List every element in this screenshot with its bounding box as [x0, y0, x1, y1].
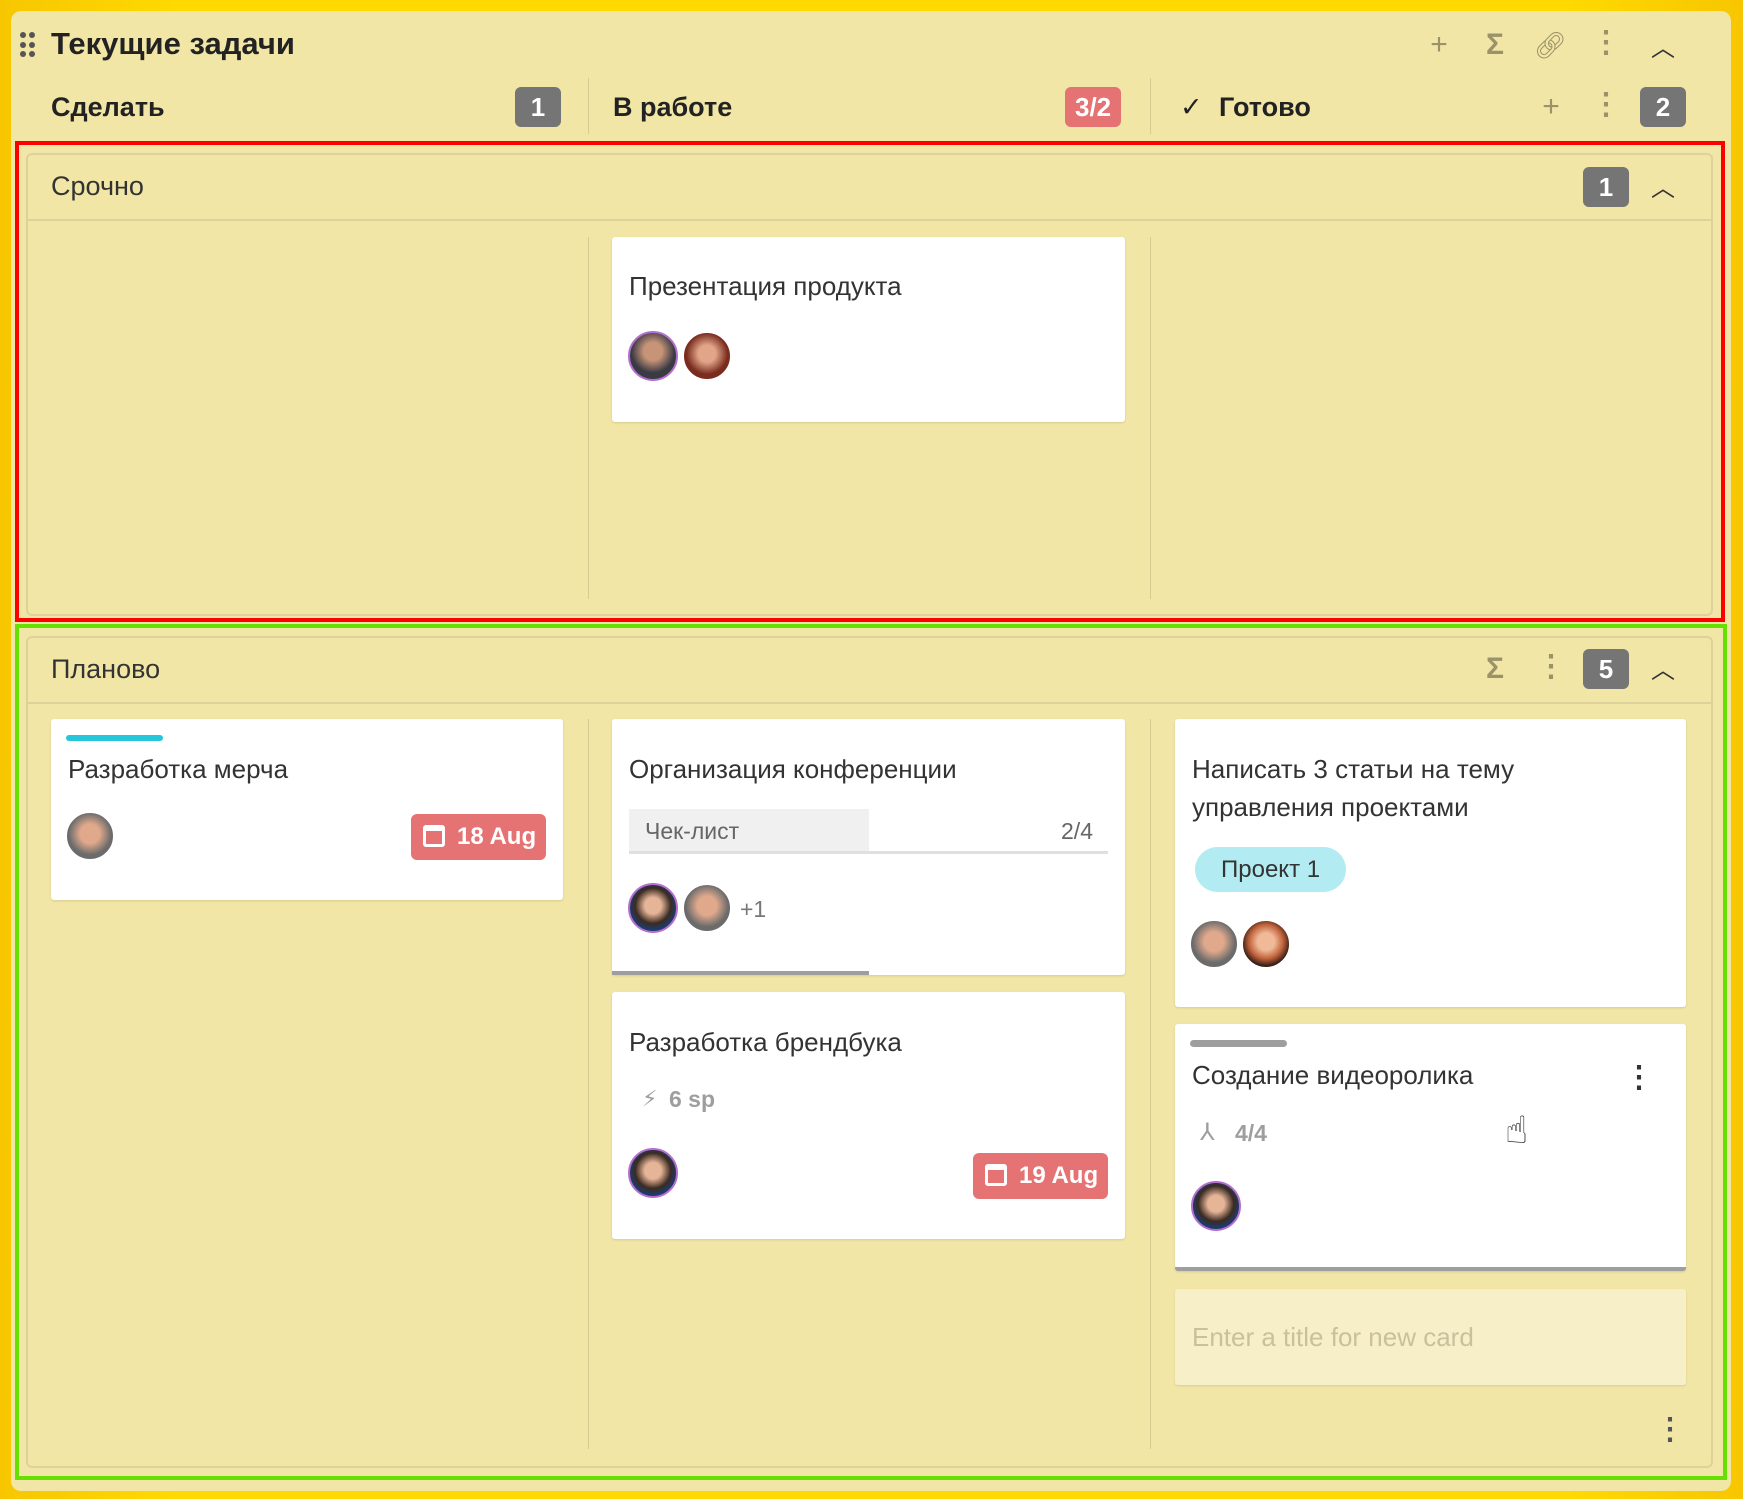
column-header-in-progress: В работе: [613, 92, 733, 122]
subtasks-icon: ⅄: [1200, 1119, 1215, 1146]
board-title: Текущие задачи: [51, 26, 295, 61]
swimlane-title: Планово: [51, 654, 161, 684]
column-count-badge: 2: [1640, 87, 1686, 127]
divider: [1150, 719, 1151, 1449]
lightning-icon: ⚡︎: [642, 1086, 658, 1111]
sigma-icon[interactable]: Σ: [1478, 654, 1512, 684]
project-tag[interactable]: Проект 1: [1195, 847, 1347, 892]
chevron-up-icon[interactable]: ︿: [1646, 656, 1680, 686]
chevron-up-icon[interactable]: ︿: [1646, 34, 1680, 64]
check-icon: ✓: [1180, 92, 1203, 122]
avatar[interactable]: [628, 883, 678, 933]
due-date-badge[interactable]: 18 Aug: [411, 814, 547, 860]
divider: [588, 237, 589, 599]
divider: [1150, 237, 1151, 599]
card-conference[interactable]: Организация конференции Чек-лист 2/4 +1: [612, 719, 1125, 975]
chevron-up-icon[interactable]: ︿: [1646, 174, 1680, 204]
calendar-icon: [423, 825, 445, 847]
column-more-icon[interactable]: ⋮: [1589, 90, 1623, 120]
link-icon[interactable]: 🔗︎: [1533, 30, 1567, 60]
avatar[interactable]: [1191, 1181, 1241, 1231]
swimlane-count-badge: 1: [1583, 167, 1629, 207]
swimlane-count-badge: 5: [1583, 649, 1629, 689]
divider: [27, 702, 1712, 704]
avatar[interactable]: [65, 811, 115, 861]
drag-handle-icon[interactable]: [20, 32, 35, 58]
card-title: Презентация продукта: [629, 271, 902, 301]
calendar-icon: [985, 1164, 1007, 1186]
swimlane-title: Срочно: [51, 171, 144, 201]
card-title: Создание видеоролика: [1192, 1060, 1474, 1090]
checklist-value: 2/4: [1061, 818, 1093, 844]
column-count-badge: 1: [515, 87, 561, 127]
color-label: [66, 735, 163, 741]
subtasks-count: 4/4: [1235, 1120, 1267, 1146]
due-date-badge[interactable]: 19 Aug: [973, 1153, 1109, 1199]
card-title: Разработка мерча: [68, 754, 289, 784]
add-card-plus-icon[interactable]: +: [1534, 92, 1568, 122]
more-vert-icon[interactable]: ⋮: [1589, 28, 1623, 58]
card-title: управления проектами: [1192, 792, 1469, 822]
new-card-title-input[interactable]: [1175, 1289, 1686, 1385]
column-header-done: Готово: [1219, 92, 1311, 122]
hand-cursor-icon: ☝︎: [1505, 1110, 1529, 1152]
card-title: Разработка брендбука: [629, 1027, 902, 1057]
divider: [1150, 78, 1151, 134]
card-progress-bar: [612, 971, 869, 975]
card-title: Организация конференции: [629, 754, 957, 784]
lane-more-icon[interactable]: ⋮: [1655, 1412, 1685, 1447]
divider: [588, 719, 589, 1449]
card-title: Написать 3 статьи на тему: [1192, 754, 1515, 784]
color-label: [1190, 1040, 1287, 1047]
card-video[interactable]: Создание видеоролика ⋮ ⅄ 4/4 ☝︎: [1175, 1024, 1686, 1271]
wip-limit-badge: 3/2: [1065, 87, 1122, 127]
card-merch[interactable]: Разработка мерча 18 Aug: [51, 719, 563, 900]
checklist-bar[interactable]: Чек-лист 2/4: [629, 809, 1108, 854]
avatar[interactable]: [628, 331, 678, 381]
story-points: 6 sp: [669, 1086, 716, 1112]
divider: [27, 219, 1712, 221]
column-header-todo: Сделать: [51, 92, 165, 122]
plus-icon[interactable]: +: [1422, 30, 1456, 60]
card-presentation[interactable]: Презентация продукта: [612, 237, 1125, 422]
card-more-icon[interactable]: ⋮: [1624, 1060, 1654, 1095]
avatar[interactable]: [682, 883, 732, 933]
avatar[interactable]: [628, 1148, 678, 1198]
avatar[interactable]: [682, 331, 732, 381]
checklist-label: Чек-лист: [645, 818, 740, 844]
avatar[interactable]: [1241, 919, 1291, 969]
card-brandbook[interactable]: Разработка брендбука ⚡︎ 6 sp 19 Aug: [612, 992, 1125, 1239]
extra-members-count: +1: [740, 896, 767, 922]
card-articles[interactable]: Написать 3 статьи на тему управления про…: [1175, 719, 1686, 1007]
sigma-icon[interactable]: Σ: [1478, 30, 1512, 60]
swimlane-more-icon[interactable]: ⋮: [1534, 652, 1568, 682]
avatar[interactable]: [1189, 919, 1239, 969]
divider: [588, 78, 589, 134]
